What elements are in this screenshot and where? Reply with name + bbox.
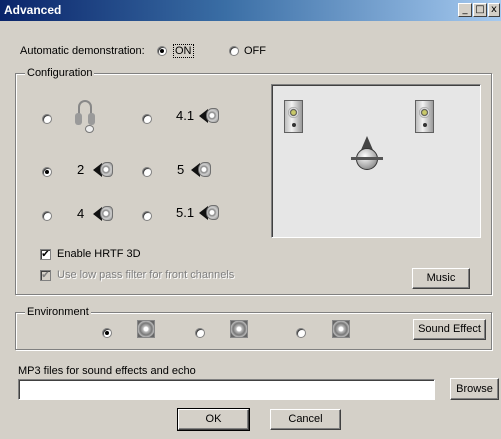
config-label-4: 4 xyxy=(77,206,85,221)
speaker-preview-panel xyxy=(271,84,481,238)
config-radio-4-1[interactable] xyxy=(142,114,152,124)
speaker-cone-icon xyxy=(206,205,219,220)
low-pass-filter-label: Use low pass filter for front channels xyxy=(57,269,235,281)
ok-button[interactable]: OK xyxy=(177,408,250,431)
config-radio-4[interactable] xyxy=(42,211,52,221)
auto-demo-on-radio[interactable] xyxy=(157,46,167,56)
config-label-5-1: 5.1 xyxy=(176,205,195,220)
music-button[interactable]: Music xyxy=(412,268,470,289)
auto-demo-on-label[interactable]: ON xyxy=(173,44,194,58)
mp3-path-input[interactable] xyxy=(18,379,435,400)
config-label-5: 5 xyxy=(177,162,185,177)
speaker-cone-icon xyxy=(206,108,219,123)
environment-title: Environment xyxy=(25,306,91,318)
front-right-speaker-icon xyxy=(415,100,434,133)
auto-demo-off-radio[interactable] xyxy=(229,46,239,56)
config-radio-5-1[interactable] xyxy=(142,211,152,221)
mp3-label: MP3 files for sound effects and echo xyxy=(18,365,196,377)
browse-button[interactable]: Browse xyxy=(450,378,499,400)
environment-radio-3[interactable] xyxy=(296,328,306,338)
speaker-cone-icon xyxy=(100,162,113,177)
environment-3-icon xyxy=(332,320,350,338)
low-pass-filter-checkbox: ✔ xyxy=(40,270,51,281)
window-title: Advanced xyxy=(4,3,62,17)
title-bar: Advanced _ □ x xyxy=(0,0,501,21)
environment-radio-2[interactable] xyxy=(195,328,205,338)
listener-head-icon xyxy=(351,136,383,178)
enable-hrtf-label: Enable HRTF 3D xyxy=(57,248,141,260)
environment-2-icon xyxy=(230,320,248,338)
config-radio-headphones[interactable] xyxy=(42,114,52,124)
maximize-button[interactable]: □ xyxy=(473,3,487,17)
enable-hrtf-checkbox[interactable]: ✔ xyxy=(40,249,51,260)
auto-demo-off-label[interactable]: OFF xyxy=(244,45,266,57)
headphones-icon xyxy=(75,100,97,133)
config-label-4-1: 4.1 xyxy=(176,108,195,123)
front-left-speaker-icon xyxy=(284,100,303,133)
environment-radio-1[interactable] xyxy=(102,328,112,338)
sound-effect-button[interactable]: Sound Effect xyxy=(413,319,486,340)
config-radio-2[interactable] xyxy=(42,167,52,177)
speaker-cone-icon xyxy=(198,162,211,177)
speaker-cone-icon xyxy=(100,206,113,221)
close-button[interactable]: x xyxy=(488,3,500,17)
environment-1-icon xyxy=(137,320,155,338)
configuration-title: Configuration xyxy=(25,67,95,79)
cancel-button[interactable]: Cancel xyxy=(270,409,341,430)
minimize-button[interactable]: _ xyxy=(458,3,472,17)
auto-demo-label: Automatic demonstration: xyxy=(20,45,145,57)
config-label-2: 2 xyxy=(77,162,85,177)
config-radio-5[interactable] xyxy=(142,167,152,177)
